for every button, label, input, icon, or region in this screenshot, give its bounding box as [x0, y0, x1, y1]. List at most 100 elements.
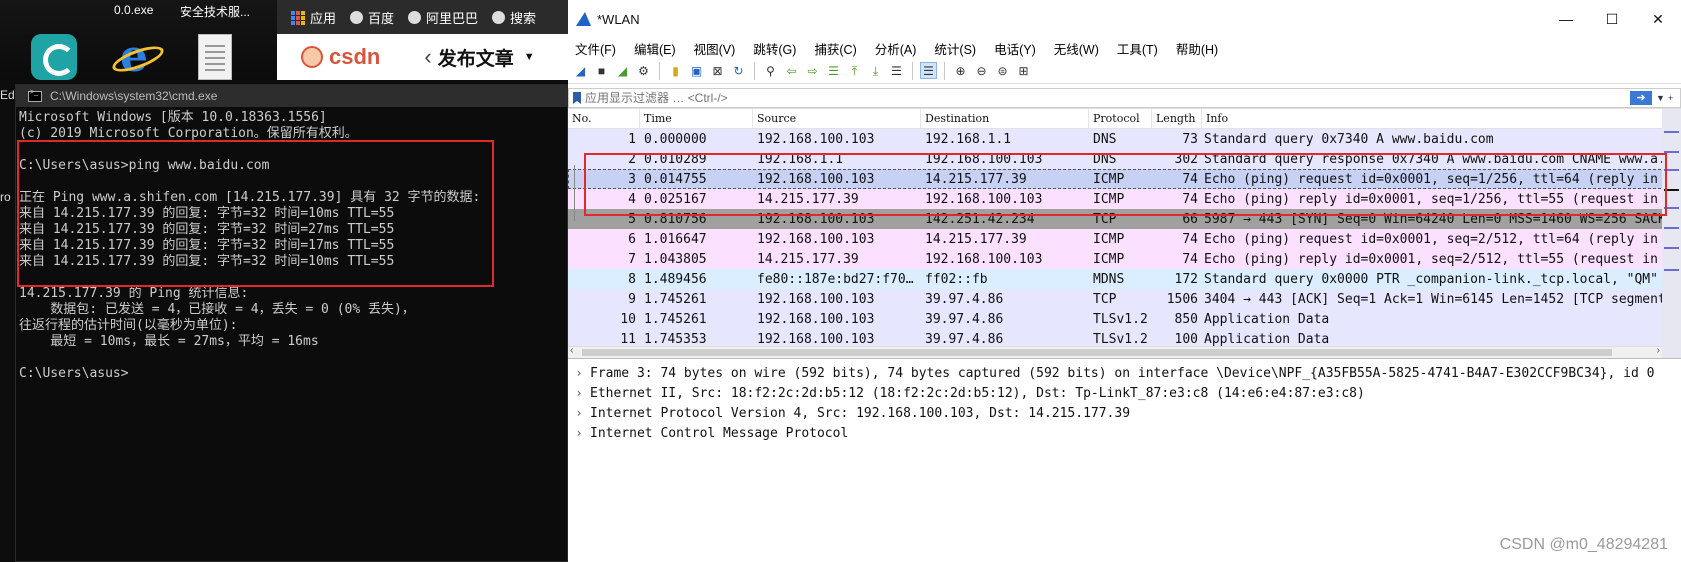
open-file-icon[interactable]: ▮: [667, 62, 684, 79]
col-destination[interactable]: Destination: [921, 109, 1089, 128]
back-chevron-icon[interactable]: ‹: [424, 44, 431, 70]
menu-go[interactable]: 跳转(G): [753, 39, 796, 58]
minimize-button[interactable]: —: [1543, 11, 1589, 28]
detail-tree-item[interactable]: › Internet Control Message Protocol: [568, 423, 1681, 443]
col-length[interactable]: Length: [1152, 109, 1202, 128]
expand-arrow-icon[interactable]: ›: [568, 366, 590, 380]
bookmark-alibaba[interactable]: 阿里巴巴: [408, 8, 478, 27]
menu-view[interactable]: 视图(V): [694, 39, 736, 58]
find-packet-icon[interactable]: ⚲: [762, 62, 779, 79]
col-source[interactable]: Source: [753, 109, 921, 128]
colorize-icon[interactable]: ☰: [920, 62, 937, 79]
packet-cell-len: 73: [1182, 131, 1198, 147]
scroll-left-icon[interactable]: ‹: [570, 345, 573, 356]
highlight-box-cmd: [17, 140, 494, 287]
edge-app-icon[interactable]: [31, 34, 77, 80]
packet-cell-src: 192.168.100.103: [757, 331, 875, 347]
internet-explorer-icon[interactable]: e: [111, 34, 157, 80]
caret-down-icon[interactable]: ▼: [524, 51, 535, 63]
packet-row[interactable]: 10 1.745261 192.168.100.103 39.97.4.86 TLSv1…: [568, 309, 1681, 329]
document-icon[interactable]: [198, 34, 232, 80]
packet-list-hscroll[interactable]: ‹ ›: [568, 345, 1662, 358]
col-no[interactable]: No.: [568, 109, 640, 128]
menu-statistics[interactable]: 统计(S): [934, 39, 976, 58]
packet-row[interactable]: 1 0.000000 192.168.100.103 192.168.1.1 DNS 73…: [568, 129, 1681, 149]
stop-capture-icon[interactable]: ■: [593, 62, 610, 79]
packet-cell-proto: MDNS: [1093, 271, 1125, 287]
packet-minimap[interactable]: [1662, 109, 1681, 358]
csdn-header: csdn ‹ 发布文章 ▼: [277, 34, 568, 80]
go-back-icon[interactable]: ⇦: [783, 62, 800, 79]
close-button[interactable]: ✕: [1635, 11, 1681, 28]
detail-tree-item[interactable]: › Frame 3: 74 bytes on wire (592 bits), 7…: [568, 363, 1681, 383]
packet-cell-info: Application Data: [1204, 311, 1330, 327]
start-capture-icon[interactable]: ◢: [572, 62, 589, 79]
packet-row[interactable]: 6 1.016647 192.168.100.103 14.215.177.39 ICM…: [568, 229, 1681, 249]
csdn-logo[interactable]: csdn: [329, 44, 380, 70]
detail-tree-item[interactable]: › Ethernet II, Src: 18:f2:2c:2d:b5:12 (18…: [568, 383, 1681, 403]
zoom-out-icon[interactable]: ⊖: [973, 62, 990, 79]
first-packet-icon[interactable]: ⤒: [846, 62, 863, 79]
go-forward-icon[interactable]: ⇨: [804, 62, 821, 79]
bookmark-baidu[interactable]: 百度: [350, 8, 394, 27]
packet-cell-time: 0.000000: [644, 131, 707, 147]
display-filter-input[interactable]: [585, 91, 1630, 105]
menu-capture[interactable]: 捕获(C): [814, 39, 856, 58]
apply-filter-button[interactable]: ➜: [1630, 91, 1652, 105]
highlight-box-packets: [584, 153, 1667, 216]
packet-cell-proto: TLSv1.2: [1093, 331, 1148, 347]
bookmark-search[interactable]: 搜索: [492, 8, 536, 27]
cmd-line: C:\Users\asus>: [19, 366, 129, 381]
wireshark-titlebar[interactable]: *WLAN — ☐ ✕: [568, 0, 1681, 38]
menu-file[interactable]: 文件(F): [575, 39, 616, 58]
display-filter-bar: ➜ ▼ +: [568, 88, 1681, 108]
packet-cell-info: Echo (ping) request id=0x0001, seq=2/512…: [1204, 231, 1681, 247]
capture-options-icon[interactable]: ⚙: [635, 62, 652, 79]
detail-tree-item[interactable]: › Internet Protocol Version 4, Src: 192.1…: [568, 403, 1681, 423]
packet-cell-no: 1: [628, 131, 636, 147]
packet-cell-len: 74: [1182, 251, 1198, 267]
go-to-packet-icon[interactable]: ☰: [825, 62, 842, 79]
packet-details[interactable]: › Frame 3: 74 bytes on wire (592 bits), 7…: [568, 358, 1681, 443]
menu-help[interactable]: 帮助(H): [1176, 39, 1218, 58]
menu-telephony[interactable]: 电话(Y): [994, 39, 1036, 58]
restart-capture-icon[interactable]: ◢: [614, 62, 631, 79]
resize-columns-icon[interactable]: ⊞: [1015, 62, 1032, 79]
cmd-titlebar[interactable]: C:\Windows\system32\cmd.exe: [16, 85, 567, 107]
reload-file-icon[interactable]: ↻: [730, 62, 747, 79]
col-info[interactable]: Info: [1202, 109, 1681, 128]
bookmark-filter-icon[interactable]: [573, 92, 581, 104]
packet-cell-no: 7: [628, 251, 636, 267]
save-file-icon[interactable]: ▣: [688, 62, 705, 79]
hscroll-thumb[interactable]: [582, 349, 1612, 356]
scroll-right-icon[interactable]: ›: [1657, 345, 1660, 356]
auto-scroll-icon[interactable]: ☰: [888, 62, 905, 79]
expand-arrow-icon[interactable]: ›: [568, 426, 590, 440]
expand-arrow-icon[interactable]: ›: [568, 406, 590, 420]
close-file-icon[interactable]: ⊠: [709, 62, 726, 79]
menu-tools[interactable]: 工具(T): [1117, 39, 1158, 58]
add-filter-icon[interactable]: +: [1668, 93, 1680, 103]
last-packet-icon[interactable]: ⤓: [867, 62, 884, 79]
menu-wireless[interactable]: 无线(W): [1054, 39, 1099, 58]
packet-list[interactable]: No. Time Source Destination Protocol Len…: [568, 108, 1681, 358]
csdn-mascot-icon: [301, 46, 323, 68]
zoom-in-icon[interactable]: ⊕: [952, 62, 969, 79]
expand-arrow-icon[interactable]: ›: [568, 386, 590, 400]
menu-analyze[interactable]: 分析(A): [875, 39, 917, 58]
packet-row[interactable]: 9 1.745261 192.168.100.103 39.97.4.86 TCP 150…: [568, 289, 1681, 309]
packet-cell-dst: 39.97.4.86: [925, 311, 1004, 327]
packet-row[interactable]: 7 1.043805 14.215.177.39 192.168.100.103 ICM…: [568, 249, 1681, 269]
menu-edit[interactable]: 编辑(E): [634, 39, 676, 58]
col-protocol[interactable]: Protocol: [1089, 109, 1152, 128]
packet-cell-len: 172: [1174, 271, 1198, 287]
bookmark-apps[interactable]: 应用: [291, 8, 336, 27]
normal-size-icon[interactable]: ⊜: [994, 62, 1011, 79]
col-time[interactable]: Time: [640, 109, 753, 128]
cmd-line: 14.215.177.39 的 Ping 统计信息:: [19, 286, 249, 301]
packet-row[interactable]: 8 1.489456 fe80::187e:bd27:f70… ff02::fb MDN…: [568, 269, 1681, 289]
packet-cell-proto: DNS: [1093, 131, 1117, 147]
detail-text: Ethernet II, Src: 18:f2:2c:2d:b5:12 (18:…: [590, 385, 1365, 401]
maximize-button[interactable]: ☐: [1589, 11, 1635, 28]
filter-dropdown-icon[interactable]: ▼: [1656, 93, 1668, 103]
